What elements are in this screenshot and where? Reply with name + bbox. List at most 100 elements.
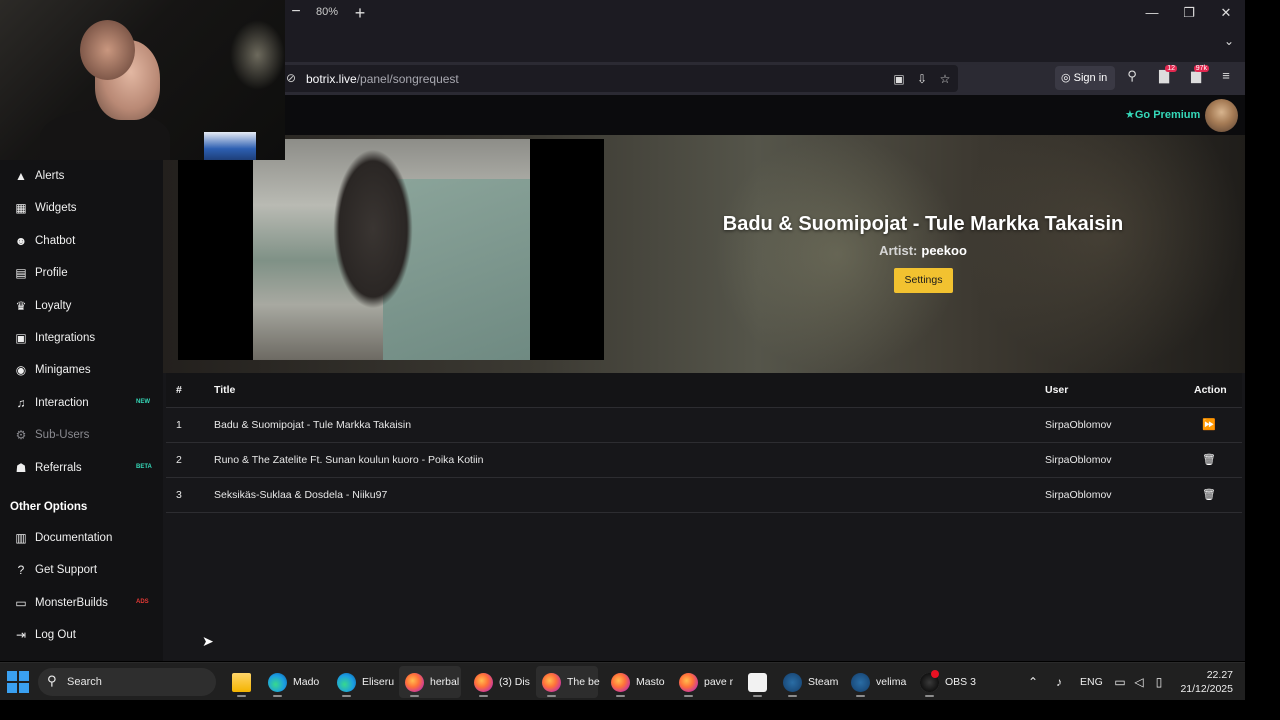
firefox-icon [542,673,561,692]
url-text[interactable]: botrix.live/panel/songrequest [306,72,459,86]
address-bar[interactable]: ⊘ botrix.live/panel/songrequest ▣ ⇩ ☆ [280,65,958,92]
volume-icon[interactable]: ◁ [1131,674,1147,690]
chevron-down-icon[interactable]: ⌄ [1218,34,1240,52]
sidebar-item-referrals[interactable]: ☗ Referrals BETA [0,454,163,484]
windows-logo-icon [19,671,29,681]
edge-icon [268,673,287,692]
sidebar-item-interaction[interactable]: ♫ Interaction NEW [0,389,163,419]
sidebar-item-label: MonsterBuilds [35,596,108,609]
delete-song-icon[interactable]: 🗑 [1202,453,1216,467]
column-header-title: Title [214,384,236,396]
extensions-icon[interactable]: ⚲ [1121,68,1143,88]
sidebar-item-badge: NEW [136,398,150,405]
url-host: botrix.live [306,72,357,86]
sidebar-item-monsterbuilds[interactable]: ▭ MonsterBuilds ADS [0,589,163,619]
question-icon: ? [17,563,25,578]
sidebar-item-loyalty[interactable]: ♛ Loyalty [0,292,163,322]
delete-song-icon[interactable]: 🗑 [1202,488,1216,502]
queue-row-title: Runo & The Zatelite Ft. Sunan koulun kuo… [214,454,484,466]
taskbar-app-files[interactable] [226,666,254,698]
taskbar-app-eliseru[interactable]: Eliseru [331,666,395,698]
taskbar-app-pave-r[interactable]: pave r [673,666,735,698]
go-premium-link[interactable]: ★Go Premium [1125,108,1200,121]
sidebar-item-label: Sub-Users [35,429,90,442]
widgets-icon: ▦ [15,201,27,216]
windows-start-button[interactable] [6,670,30,694]
screen-border [1245,0,1280,720]
taskbar-app-herbal[interactable]: herbal [399,666,461,698]
taskbar-app-label: (3) Dis [499,676,530,688]
sidebar-item-documentation[interactable]: ▥ Documentation [0,524,163,554]
tracking-protection-icon[interactable]: ⊘ [286,71,300,85]
clock-time[interactable]: 22.27 [1181,669,1233,681]
sidebar-item-profile[interactable]: ▤ Profile [0,259,163,289]
running-indicator [237,695,246,697]
sidebar-item-log-out[interactable]: ⇥ Log Out [0,621,163,651]
taskbar-app-label: Steam [808,676,839,688]
notification-extension-icon[interactable]: ▇ 12 [1153,65,1177,88]
taskbar-app-steam[interactable]: Steam [777,666,839,698]
zoom-out-button[interactable]: − [288,3,304,23]
screen-border [0,700,1280,720]
steam-icon [783,673,802,692]
minimize-button[interactable]: — [1137,2,1167,24]
video-player[interactable] [178,139,604,360]
sidebar-item-minigames[interactable]: ◉ Minigames [0,356,163,386]
webcam-scene [80,20,135,80]
laptop-icon: ▭ [15,595,27,610]
sidebar-item-label: Interaction [35,396,89,409]
settings-button[interactable]: Settings [894,268,953,293]
trophy-icon: ♛ [15,298,27,313]
avatar[interactable] [1205,99,1238,132]
bookmark-star-icon[interactable]: ☆ [937,72,953,86]
taskbar-app-masto[interactable]: Masto [605,666,667,698]
zoom-in-button[interactable]: + [352,3,368,23]
account-icon: ◎ [1061,72,1074,84]
sidebar-item-label: Loyalty [35,299,72,312]
sidebar-item-widgets[interactable]: ▦ Widgets [0,194,163,224]
users-icon: ☗ [15,460,27,475]
taskbar-app-store[interactable] [742,666,770,698]
save-to-pocket-icon[interactable]: ⇩ [914,72,930,86]
url-path: /panel/songrequest [356,72,459,86]
menu-icon[interactable]: ≡ [1215,68,1237,88]
battery-icon[interactable]: ▯ [1151,674,1167,690]
taskbar-app-velima[interactable]: velima [845,666,907,698]
picture-in-picture-icon[interactable]: ▣ [891,72,907,86]
microphone-icon[interactable]: ♪ [1051,674,1067,690]
video-scene [333,149,413,309]
restore-button[interactable]: ❐ [1174,2,1204,24]
taskbar-search[interactable]: ⚲ Search [38,668,216,696]
taskbar-app-label: Eliseru [362,676,395,688]
sidebar-item-alerts[interactable]: ▲ Alerts [0,162,163,192]
sidebar-item-get-support[interactable]: ? Get Support [0,556,163,586]
close-button[interactable]: ✕ [1211,2,1241,24]
twitch-extension-icon[interactable]: ▆ 97k [1185,65,1209,88]
queue-row-number: 2 [176,454,182,466]
running-indicator [410,695,419,697]
sidebar-item-label: Chatbot [35,234,76,247]
skip-song-icon[interactable]: ⏩ [1202,418,1216,432]
windows-logo-icon [7,671,17,681]
sign-in-button[interactable]: ◎ Sign in [1055,66,1115,90]
sidebar-item-integrations[interactable]: ▣ Integrations [0,324,163,354]
taskbar-app-the-be[interactable]: The be [536,666,600,698]
taskbar-app-obs-3[interactable]: OBS 3 [914,666,976,698]
sidebar-item-label: Profile [35,267,68,280]
music-icon: ♫ [16,395,26,410]
language-indicator[interactable]: ENG [1080,676,1103,688]
search-label: Search [67,676,102,688]
firefox-icon [611,673,630,692]
webcam-scene [230,20,285,90]
taskbar-app-mado[interactable]: Mado [262,666,324,698]
sidebar-item-sub-users[interactable]: ⚙ Sub-Users [0,421,163,451]
sidebar-item-chatbot[interactable]: ☻ Chatbot [0,227,163,257]
zoom-level[interactable]: 80% [316,6,338,18]
gamepad-icon: ◉ [15,363,27,378]
logout-icon: ⇥ [15,628,27,643]
clock-date[interactable]: 21/12/2025 [1176,683,1233,695]
twitch-count-badge: 97k [1193,65,1209,72]
taskbar-app-3-dis[interactable]: (3) Dis [468,666,530,698]
chevron-up-icon[interactable]: ⌃ [1025,674,1041,690]
network-icon[interactable]: ▭ [1112,674,1128,690]
